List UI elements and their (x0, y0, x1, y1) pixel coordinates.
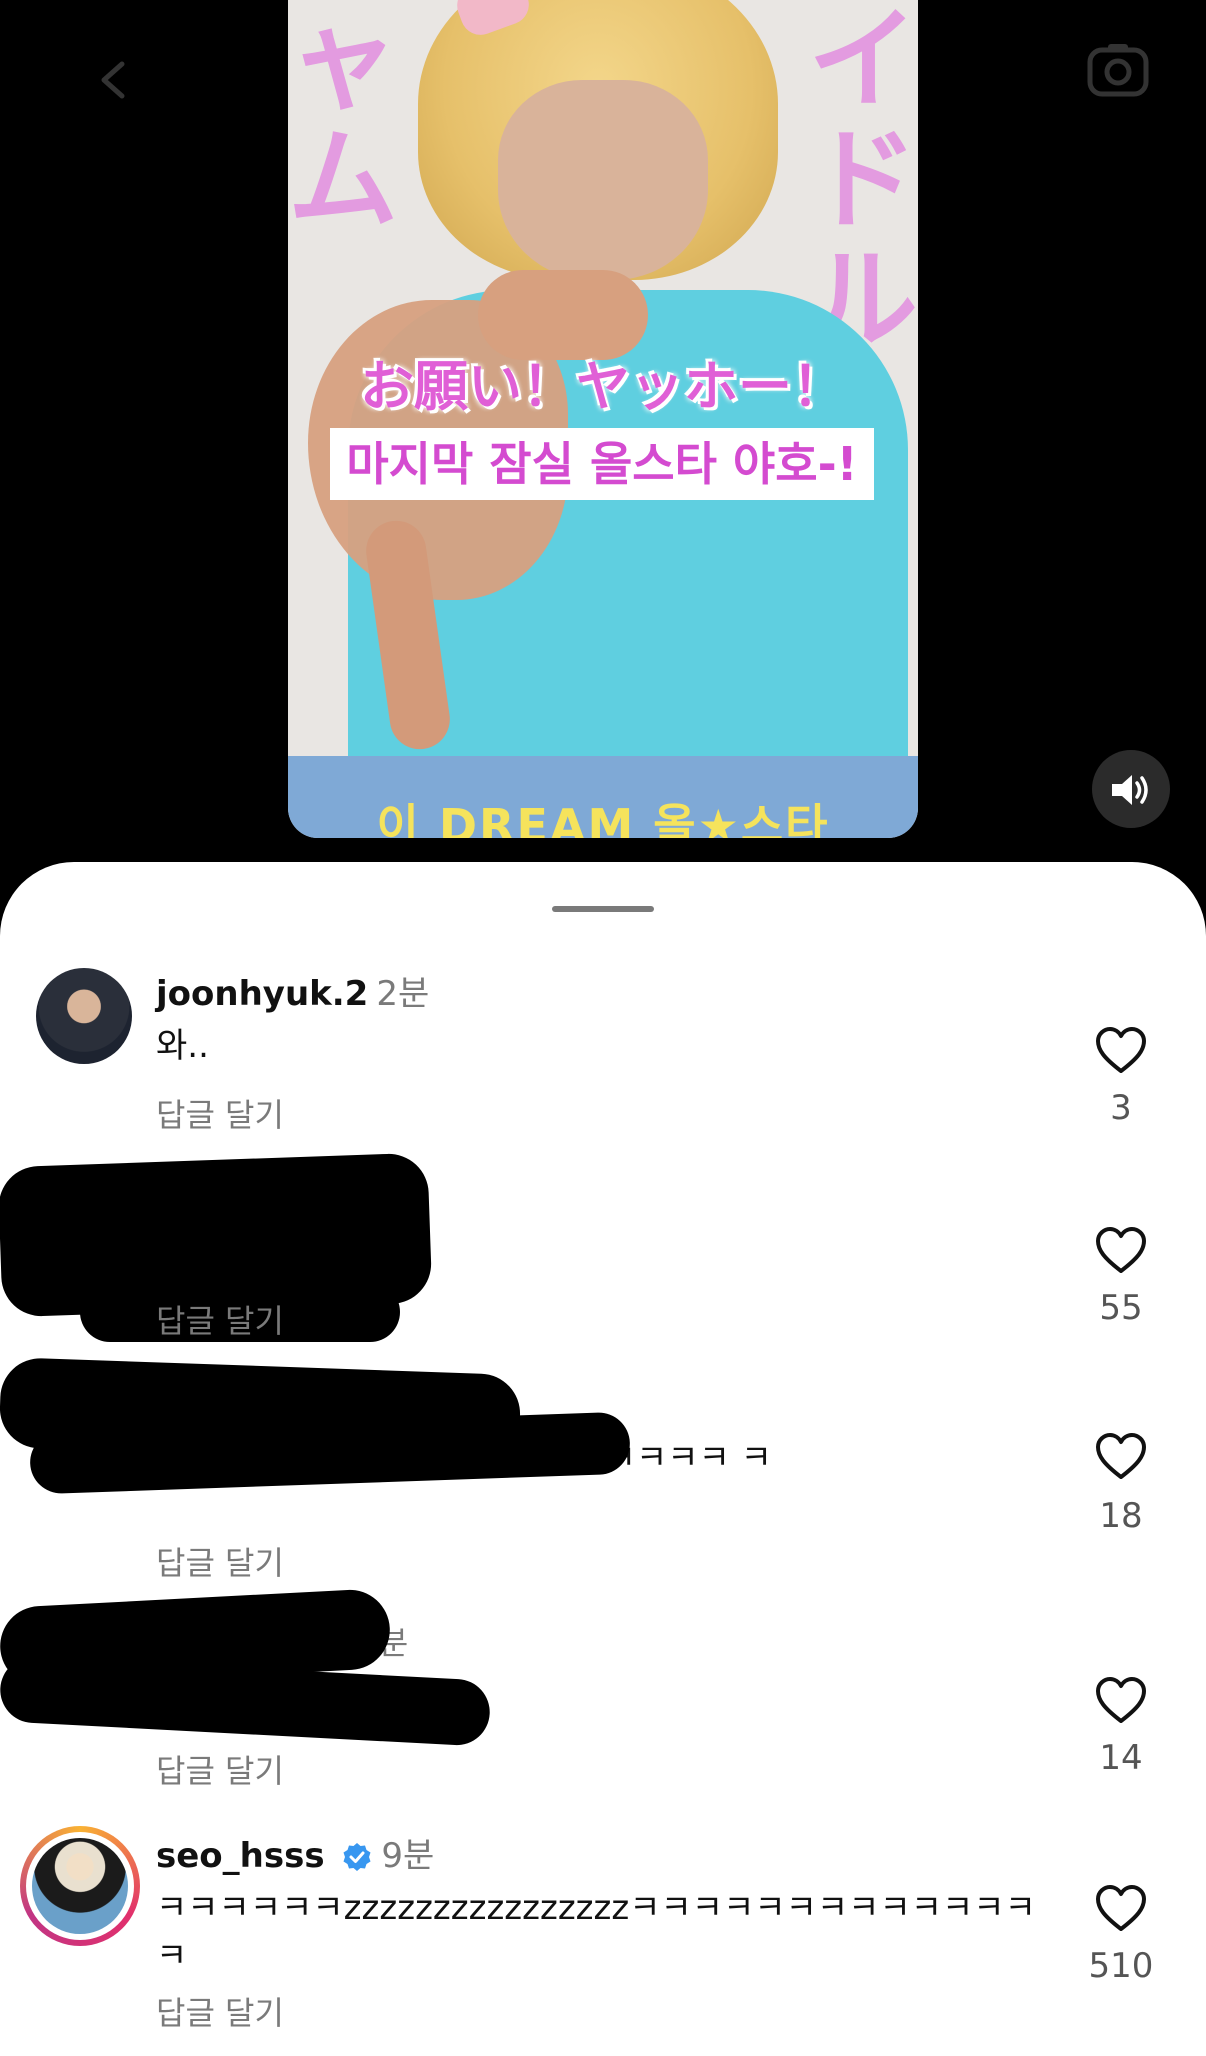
comment-time: 2분 (376, 974, 430, 1014)
heart-icon[interactable] (1094, 1026, 1148, 1076)
like-count: 510 (1088, 1946, 1154, 1986)
like-count: 3 (1110, 1088, 1132, 1128)
comment-header: seo_hsss 9분 (156, 1828, 434, 1877)
avatar-ring-inner (26, 1832, 134, 1940)
comment-username[interactable]: joonhyuk.2 (156, 974, 368, 1014)
heart-icon[interactable] (1094, 1676, 1148, 1726)
sheet-drag-handle[interactable] (552, 906, 654, 912)
comment-header: joonhyuk.2 2분 (156, 966, 429, 1015)
camera-icon[interactable] (1084, 36, 1152, 104)
comment-text: 와.. (156, 1026, 209, 1066)
video-caption-japanese: お願い！ヤッホー！ (360, 355, 846, 418)
video-caption-korean: 마지막 잠실 올스타 야호-! (330, 428, 874, 500)
comment-text: ㅋㅋㅋㅋㅋㅋzzzzzzzzzzzzzzzzㅋㅋㅋㅋㅋㅋㅋㅋㅋㅋㅋㅋㅋㅋ (156, 1888, 1036, 1976)
avatar (32, 1838, 128, 1934)
back-icon[interactable] (92, 58, 136, 102)
comments-sheet[interactable]: joonhyuk.22분 와.. 답글 달기 3 답글 달기 55 2분 ㅋㅋㅋ… (0, 862, 1206, 2056)
avatar-story-ring[interactable] (20, 1826, 140, 1946)
reply-button[interactable]: 답글 달기 (156, 1090, 284, 1136)
reply-button[interactable]: 답글 달기 (156, 1296, 284, 1342)
comment-time: 9분 (381, 1836, 435, 1876)
band-text: 이 DREAM 올★스타 (376, 799, 830, 838)
like-count: 55 (1099, 1288, 1143, 1328)
reply-button[interactable]: 답글 달기 (156, 1988, 284, 2034)
reel-viewer: ャム イドル お願い！ヤッホー！ 마지막 잠실 올스타 야호-! 이 DREAM… (0, 0, 1206, 880)
reply-button[interactable]: 답글 달기 (156, 1746, 284, 1792)
comment-username[interactable]: seo_hsss (156, 1836, 325, 1876)
reply-button[interactable]: 답글 달기 (156, 1538, 284, 1584)
verified-badge-icon (343, 1843, 371, 1871)
avatar[interactable] (36, 968, 132, 1064)
person-face (498, 80, 708, 280)
heart-icon[interactable] (1094, 1226, 1148, 1276)
sound-toggle-button[interactable] (1092, 750, 1170, 828)
heart-icon[interactable] (1094, 1432, 1148, 1482)
video-bottom-band: 이 DREAM 올★스타 (288, 756, 918, 838)
like-count: 18 (1099, 1496, 1143, 1536)
heart-icon[interactable] (1094, 1884, 1148, 1934)
sound-on-icon (1112, 775, 1148, 805)
video-player[interactable]: ャム イドル お願い！ヤッホー！ 마지막 잠실 올스타 야호-! 이 DREAM… (288, 0, 918, 838)
like-count: 14 (1099, 1738, 1143, 1778)
redaction-mark (0, 1655, 492, 1747)
